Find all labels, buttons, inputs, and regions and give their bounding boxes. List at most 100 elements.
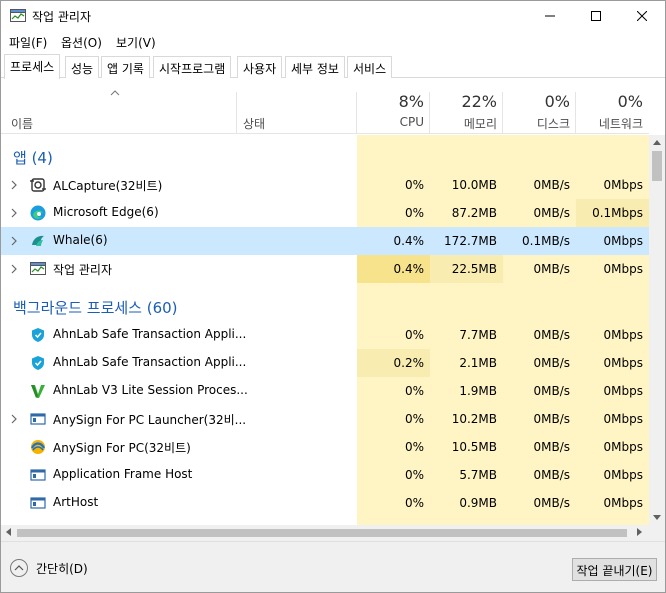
chevron-right-icon[interactable] bbox=[9, 263, 19, 274]
task-manager-window: 작업 관리자 파일(F) 옵션(O) 보기(V) 프로세스 성능 앱 기록 시작… bbox=[0, 0, 666, 593]
cpu-total-percent: 8% bbox=[398, 92, 424, 111]
tab-performance[interactable]: 성능 bbox=[65, 56, 100, 78]
process-network-value: 0Mbps bbox=[603, 468, 643, 482]
process-network-value: 0Mbps bbox=[603, 356, 643, 370]
process-name: Whale(6) bbox=[53, 233, 108, 247]
memory-label: 메모리 bbox=[463, 117, 497, 131]
column-memory-header[interactable]: 22% 메모리 bbox=[430, 78, 503, 134]
column-name-header[interactable]: 이름 bbox=[11, 115, 33, 132]
tab-app-history[interactable]: 앱 기록 bbox=[101, 56, 150, 78]
process-name: 작업 관리자 bbox=[53, 263, 113, 277]
process-network-value: 0Mbps bbox=[603, 178, 643, 192]
process-disk-value: 0MB/s bbox=[533, 328, 570, 342]
process-cpu-value: 0.4% bbox=[357, 255, 430, 283]
process-memory-value: 10.0MB bbox=[451, 178, 497, 192]
fewer-details-label: 간단히(D) bbox=[36, 561, 88, 576]
process-row[interactable]: AnySign For PC Launcher(32비... 0% 10.2MB 0M… bbox=[1, 405, 649, 433]
whale-icon bbox=[30, 233, 46, 249]
menu-file[interactable]: 파일(F) bbox=[9, 34, 47, 51]
vertical-scroll-thumb[interactable] bbox=[652, 151, 662, 181]
process-name: ALCapture(32비트) bbox=[53, 179, 163, 193]
process-row[interactable]: Whale(6) 0.4% 172.7MB 0.1MB/s 0Mbps bbox=[1, 227, 649, 255]
column-network-header[interactable]: 0% 네트워크 bbox=[576, 78, 649, 134]
maximize-button[interactable] bbox=[573, 1, 619, 31]
fewer-details-button[interactable]: 간단히(D) bbox=[10, 559, 88, 577]
process-disk-value: 0MB/s bbox=[533, 206, 570, 220]
horizontal-scroll-thumb[interactable] bbox=[17, 529, 627, 537]
menu-options[interactable]: 옵션(O) bbox=[61, 34, 102, 51]
process-network-value: 0Mbps bbox=[603, 412, 643, 426]
tab-services[interactable]: 서비스 bbox=[347, 56, 393, 78]
app-window-icon bbox=[30, 467, 46, 483]
tab-processes[interactable]: 프로세스 bbox=[4, 54, 61, 79]
menu-view[interactable]: 보기(V) bbox=[116, 34, 156, 51]
process-disk-value: 0MB/s bbox=[533, 384, 570, 398]
process-name: AhnLab V3 Lite Session Proces... bbox=[53, 383, 248, 397]
process-memory-value: 10.2MB bbox=[451, 412, 497, 426]
process-row[interactable]: ALCapture(32비트) 0% 10.0MB 0MB/s 0Mbps bbox=[1, 171, 649, 199]
process-name: ArtHost bbox=[53, 495, 99, 509]
process-memory-value: 2.1MB bbox=[459, 356, 497, 370]
group-header-background[interactable]: 백그라운드 프로세스 (60) bbox=[1, 291, 649, 319]
minimize-icon bbox=[545, 15, 555, 17]
process-list: 앱 (4) 백그라운드 프로세스 (60) ALCapture(32비트) 0% 1… bbox=[1, 135, 649, 525]
tab-startup[interactable]: 시작프로그램 bbox=[153, 56, 232, 78]
process-row[interactable]: AhnLab Safe Transaction Appli... 0% 7.7MB 0… bbox=[1, 321, 649, 349]
tab-users[interactable]: 사용자 bbox=[237, 56, 283, 78]
process-row-partial[interactable] bbox=[1, 517, 649, 525]
process-cpu-value: 0% bbox=[404, 468, 424, 482]
scroll-right-icon[interactable] bbox=[637, 528, 643, 536]
edge-icon bbox=[30, 205, 46, 221]
column-status-header[interactable]: 상태 bbox=[243, 115, 265, 132]
end-task-button[interactable]: 작업 끝내기(E) bbox=[572, 558, 657, 581]
process-network-value: 0Mbps bbox=[603, 262, 643, 276]
process-disk-value: 0MB/s bbox=[533, 356, 570, 370]
process-memory-value: 7.7MB bbox=[459, 328, 497, 342]
column-cpu-header[interactable]: 8% CPU bbox=[357, 78, 430, 134]
window-title: 작업 관리자 bbox=[32, 10, 92, 24]
process-cpu-value: 0% bbox=[404, 328, 424, 342]
minimize-button[interactable] bbox=[527, 1, 573, 31]
chevron-right-icon[interactable] bbox=[9, 179, 19, 190]
chevron-right-icon[interactable] bbox=[9, 235, 19, 246]
process-network-value: 0Mbps bbox=[603, 328, 643, 342]
scroll-left-icon[interactable] bbox=[5, 528, 11, 536]
process-row[interactable]: Application Frame Host 0% 5.7MB 0MB/s 0Mbps bbox=[1, 461, 649, 489]
process-memory-value: 1.9MB bbox=[459, 384, 497, 398]
network-total-percent: 0% bbox=[617, 92, 643, 111]
tab-details[interactable]: 세부 정보 bbox=[285, 56, 345, 78]
process-cpu-value: 0% bbox=[404, 412, 424, 426]
disk-label: 디스크 bbox=[536, 117, 570, 131]
chevron-up-icon bbox=[10, 559, 28, 577]
process-name: AhnLab Safe Transaction Appli... bbox=[53, 355, 247, 369]
process-name: Application Frame Host bbox=[53, 467, 193, 481]
column-divider[interactable] bbox=[236, 92, 237, 134]
maximize-icon bbox=[591, 11, 601, 21]
process-row[interactable]: 작업 관리자 0.4% 22.5MB 0MB/s 0Mbps bbox=[1, 255, 649, 283]
process-disk-value: 0MB/s bbox=[533, 262, 570, 276]
process-cpu-value: 0% bbox=[404, 496, 424, 510]
scroll-up-icon[interactable] bbox=[653, 139, 661, 145]
process-cpu-value: 0% bbox=[404, 440, 424, 454]
process-row[interactable]: Microsoft Edge(6) 0% 87.2MB 0MB/s 0.1Mbps bbox=[1, 199, 649, 227]
process-row[interactable]: AnySign For PC(32비트) 0% 10.5MB 0MB/s 0Mbps bbox=[1, 433, 649, 461]
process-row[interactable]: AhnLab Safe Transaction Appli... 0.2% 2.1M… bbox=[1, 349, 649, 377]
close-button[interactable] bbox=[619, 1, 665, 31]
group-header-apps[interactable]: 앱 (4) bbox=[1, 141, 649, 169]
footer-bar: 간단히(D) 작업 끝내기(E) bbox=[1, 541, 665, 592]
process-name: AnySign For PC Launcher(32비... bbox=[53, 413, 247, 427]
app-window-icon bbox=[30, 495, 46, 511]
cpu-label: CPU bbox=[399, 115, 424, 129]
vertical-scrollbar[interactable] bbox=[649, 135, 665, 525]
horizontal-scrollbar[interactable] bbox=[1, 525, 649, 541]
column-disk-header[interactable]: 0% 디스크 bbox=[503, 78, 576, 134]
task-manager-icon bbox=[30, 261, 46, 277]
scroll-down-icon[interactable] bbox=[653, 515, 661, 521]
chevron-right-icon[interactable] bbox=[9, 413, 19, 424]
shield-icon bbox=[30, 355, 46, 371]
chevron-right-icon[interactable] bbox=[9, 207, 19, 218]
process-network-value: 0Mbps bbox=[603, 440, 643, 454]
process-row[interactable]: AhnLab V3 Lite Session Proces... 0% 1.9MB 0… bbox=[1, 377, 649, 405]
process-name: AhnLab Safe Transaction Appli... bbox=[53, 327, 247, 341]
process-row[interactable]: ArtHost 0% 0.9MB 0MB/s 0Mbps bbox=[1, 489, 649, 517]
